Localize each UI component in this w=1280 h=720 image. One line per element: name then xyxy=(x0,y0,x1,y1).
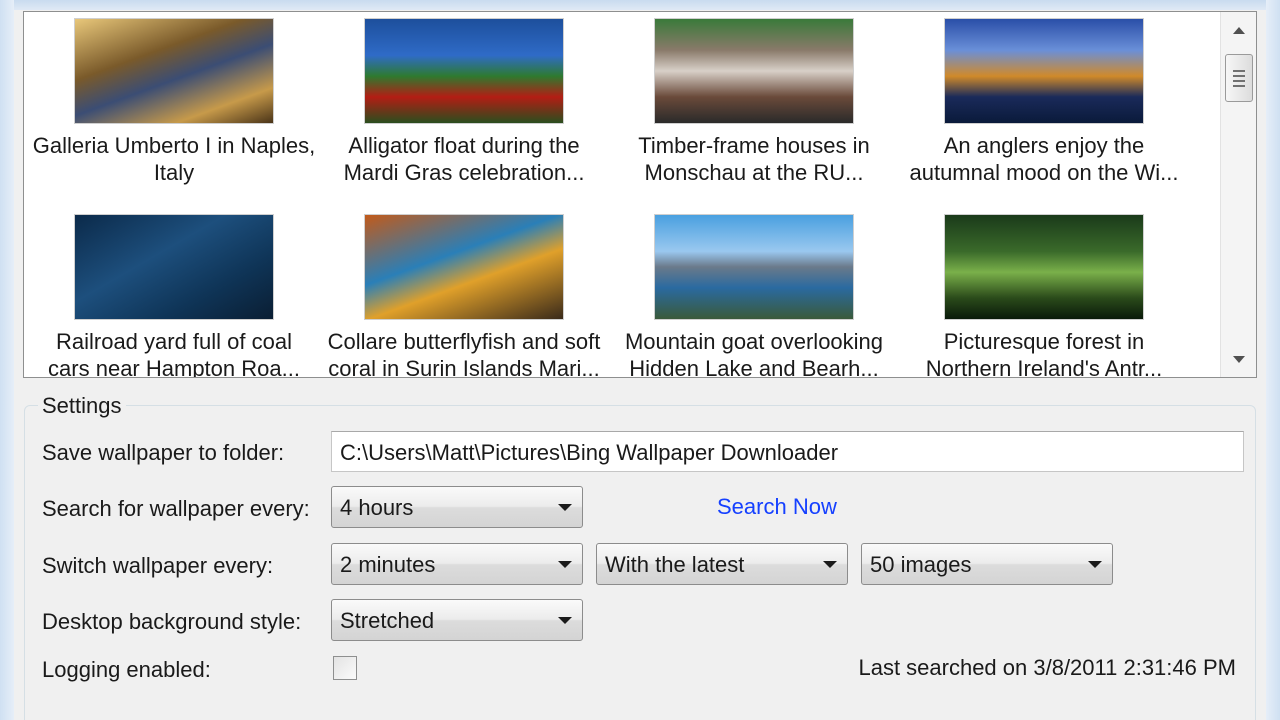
scroll-down-arrow-icon xyxy=(1233,355,1245,363)
background-style-label: Desktop background style: xyxy=(42,609,302,634)
search-interval-label: Search for wallpaper every: xyxy=(42,496,310,521)
caption-line-1: Picturesque forest in xyxy=(943,329,1145,354)
wallpaper-gallery[interactable]: Galleria Umberto I in Naples, Italy Alli… xyxy=(23,11,1257,378)
wallpaper-tile[interactable]: Picturesque forest in Northern Ireland's… xyxy=(899,214,1189,378)
wallpaper-tile[interactable]: Collare butterflyfish and soft coral in … xyxy=(319,214,609,378)
save-folder-field[interactable]: C:\Users\Matt\Pictures\Bing Wallpaper Do… xyxy=(331,431,1244,472)
wallpaper-caption: Railroad yard full of coal cars near Ham… xyxy=(29,328,319,378)
scrollbar-thumb[interactable] xyxy=(1225,54,1253,102)
caption-line-2: Northern Ireland's Antr... xyxy=(925,356,1163,378)
wallpaper-caption: Galleria Umberto I in Naples, Italy xyxy=(29,132,319,186)
caption-line-2: autumnal mood on the Wi... xyxy=(909,160,1179,185)
chevron-down-icon xyxy=(558,504,572,511)
gallery-scrollbar[interactable] xyxy=(1220,12,1256,377)
caption-line-2: coral in Surin Islands Mari... xyxy=(328,356,600,378)
background-style-value: Stretched xyxy=(340,608,435,633)
scroll-grip-icon xyxy=(1233,84,1245,87)
wallpaper-caption: Collare butterflyfish and soft coral in … xyxy=(319,328,609,378)
caption-line-1: An anglers enjoy the xyxy=(943,133,1145,158)
wallpaper-thumbnail[interactable] xyxy=(364,214,564,320)
wallpaper-grid: Galleria Umberto I in Naples, Italy Alli… xyxy=(24,12,1220,377)
caption-line-2: Mardi Gras celebration... xyxy=(343,160,585,185)
wallpaper-tile[interactable]: Galleria Umberto I in Naples, Italy xyxy=(29,18,319,186)
switch-mode-select[interactable]: With the latest xyxy=(596,543,848,585)
logging-label: Logging enabled: xyxy=(42,657,211,682)
switch-count-value: 50 images xyxy=(870,552,972,577)
wallpaper-thumbnail[interactable] xyxy=(364,18,564,124)
wallpaper-tile[interactable]: Railroad yard full of coal cars near Ham… xyxy=(29,214,319,378)
scroll-down-button[interactable] xyxy=(1221,341,1256,377)
wallpaper-thumbnail[interactable] xyxy=(944,214,1144,320)
caption-line-1: Collare butterflyfish and soft xyxy=(327,329,601,354)
switch-interval-select[interactable]: 2 minutes xyxy=(331,543,583,585)
wallpaper-thumbnail[interactable] xyxy=(654,214,854,320)
wallpaper-thumbnail[interactable] xyxy=(654,18,854,124)
caption-line-1: Mountain goat overlooking xyxy=(624,329,884,354)
wallpaper-thumbnail[interactable] xyxy=(944,18,1144,124)
wallpaper-tile[interactable]: An anglers enjoy the autumnal mood on th… xyxy=(899,18,1189,186)
switch-interval-value: 2 minutes xyxy=(340,552,436,577)
switch-interval-label: Switch wallpaper every: xyxy=(42,553,274,578)
scroll-up-button[interactable] xyxy=(1221,12,1256,48)
settings-legend: Settings xyxy=(38,393,126,419)
search-now-link[interactable]: Search Now xyxy=(717,494,837,520)
wallpaper-caption: Picturesque forest in Northern Ireland's… xyxy=(899,328,1189,378)
wallpaper-thumbnail[interactable] xyxy=(74,214,274,320)
scroll-up-arrow-icon xyxy=(1233,26,1245,34)
wallpaper-caption: Alligator float during the Mardi Gras ce… xyxy=(319,132,609,186)
chevron-down-icon xyxy=(1088,561,1102,568)
window-top-frame xyxy=(0,0,1280,10)
caption-line-1: Alligator float during the xyxy=(348,133,580,158)
window-right-frame xyxy=(1266,0,1280,720)
logging-checkbox[interactable] xyxy=(333,656,357,680)
background-style-select[interactable]: Stretched xyxy=(331,599,583,641)
search-interval-value: 4 hours xyxy=(340,495,414,520)
scroll-grip-icon xyxy=(1233,69,1245,72)
window-left-frame xyxy=(0,0,14,720)
caption-line-1: Timber-frame houses in xyxy=(638,133,870,158)
chevron-down-icon xyxy=(823,561,837,568)
wallpaper-caption: Mountain goat overlooking Hidden Lake an… xyxy=(609,328,899,378)
wallpaper-tile[interactable]: Alligator float during the Mardi Gras ce… xyxy=(319,18,609,186)
search-interval-select[interactable]: 4 hours xyxy=(331,486,583,528)
scroll-grip-icon xyxy=(1233,74,1245,77)
wallpaper-thumbnail[interactable] xyxy=(74,18,274,124)
switch-mode-value: With the latest xyxy=(605,552,745,577)
wallpaper-tile[interactable]: Timber-frame houses in Monschau at the R… xyxy=(609,18,899,186)
caption-line-2: Italy xyxy=(153,160,195,185)
chevron-down-icon xyxy=(558,617,572,624)
wallpaper-tile[interactable]: Mountain goat overlooking Hidden Lake an… xyxy=(609,214,899,378)
caption-line-2: Hidden Lake and Bearh... xyxy=(629,356,879,378)
caption-line-1: Railroad yard full of coal xyxy=(55,329,292,354)
wallpaper-caption: An anglers enjoy the autumnal mood on th… xyxy=(899,132,1189,186)
switch-count-select[interactable]: 50 images xyxy=(861,543,1113,585)
scroll-grip-icon xyxy=(1233,79,1245,82)
caption-line-1: Galleria Umberto I in Naples, xyxy=(32,133,316,158)
chevron-down-icon xyxy=(558,561,572,568)
caption-line-2: Monschau at the RU... xyxy=(644,160,864,185)
save-folder-label: Save wallpaper to folder: xyxy=(42,440,285,465)
caption-line-2: cars near Hampton Roa... xyxy=(48,356,300,378)
wallpaper-caption: Timber-frame houses in Monschau at the R… xyxy=(609,132,899,186)
last-searched-status: Last searched on 3/8/2011 2:31:46 PM xyxy=(858,655,1236,680)
